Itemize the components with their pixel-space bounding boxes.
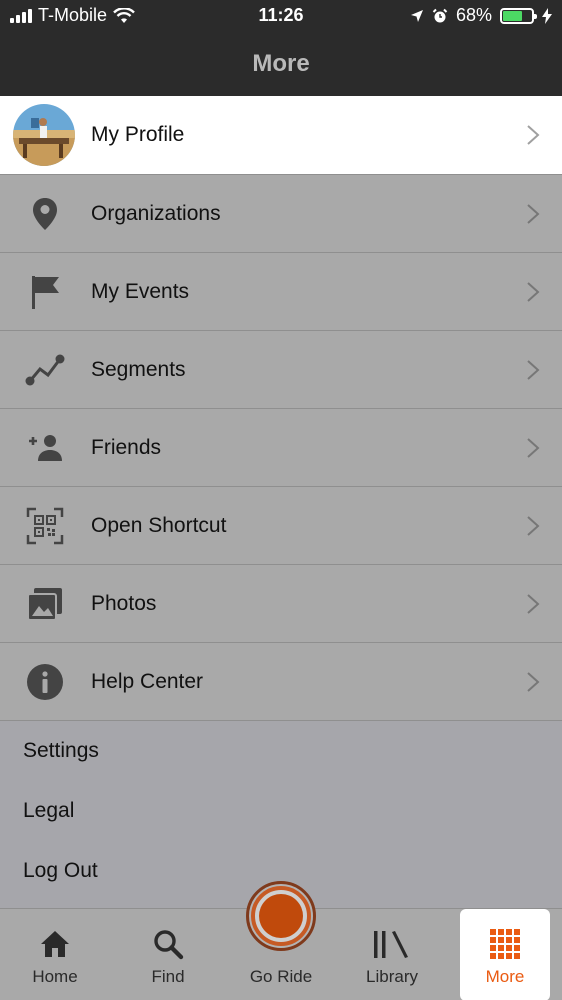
page-title: More	[0, 32, 562, 96]
battery-percent: 68%	[455, 5, 492, 25]
menu-item-my-events[interactable]: My Events	[0, 252, 562, 330]
tab-find-label: Find	[151, 967, 185, 986]
tab-more[interactable]: More	[460, 909, 550, 1000]
tab-home[interactable]: Home	[0, 909, 110, 1000]
status-right: 68%	[410, 5, 552, 26]
flag-icon	[23, 270, 67, 314]
charging-bolt-icon	[542, 7, 552, 24]
chevron-right-icon	[527, 281, 540, 302]
record-dot-icon	[259, 894, 303, 938]
photos-label: Photos	[91, 591, 157, 615]
info-icon	[23, 660, 67, 704]
grid-icon	[489, 927, 521, 961]
add-friend-icon	[23, 426, 67, 470]
friends-label: Friends	[91, 435, 162, 459]
segments-label: Segments	[91, 357, 186, 381]
qr-code-icon	[23, 504, 67, 548]
alarm-clock-icon	[432, 8, 448, 22]
chevron-right-icon	[527, 515, 540, 536]
chevron-right-icon	[527, 593, 540, 614]
library-icon	[372, 927, 412, 961]
menu-item-help-center[interactable]: Help Center	[0, 642, 562, 720]
chevron-right-icon	[527, 671, 540, 692]
location-arrow-icon	[410, 9, 423, 22]
organizations-label: Organizations	[91, 201, 221, 225]
my-profile-label: My Profile	[91, 123, 185, 146]
go-ride-record-button[interactable]	[246, 881, 316, 951]
menu-item-friends[interactable]: Friends	[0, 408, 562, 486]
location-pin-icon	[23, 192, 67, 236]
status-bar: T-Mobile 11:26 68%	[0, 0, 562, 32]
menu-item-open-shortcut[interactable]: Open Shortcut	[0, 486, 562, 564]
photos-icon	[23, 582, 67, 626]
secondary-links: Settings Legal Log Out	[0, 720, 562, 908]
chevron-right-icon	[527, 125, 540, 145]
tab-library-label: Library	[366, 967, 418, 986]
open-shortcut-label: Open Shortcut	[91, 513, 227, 537]
tab-home-label: Home	[32, 967, 78, 986]
battery-icon	[500, 7, 537, 24]
tab-go-ride-label: Go Ride	[249, 967, 313, 986]
home-icon	[39, 927, 71, 961]
my-events-label: My Events	[91, 279, 190, 303]
help-center-label: Help Center	[91, 669, 204, 693]
menu-item-photos[interactable]: Photos	[0, 564, 562, 642]
tab-more-label: More	[485, 967, 525, 986]
legal-link[interactable]: Legal	[23, 799, 74, 823]
tab-library[interactable]: Library	[337, 909, 447, 1000]
more-menu: My Profile Organizations My Events Segme…	[0, 96, 562, 720]
search-icon	[152, 927, 184, 961]
settings-link[interactable]: Settings	[23, 739, 99, 763]
chevron-right-icon	[527, 203, 540, 224]
record-ring-icon	[251, 886, 311, 946]
menu-item-my-profile[interactable]: My Profile	[0, 96, 562, 174]
segment-line-icon	[23, 348, 67, 392]
menu-item-organizations[interactable]: Organizations	[0, 174, 562, 252]
chevron-right-icon	[527, 359, 540, 380]
tab-find[interactable]: Find	[113, 909, 223, 1000]
menu-item-segments[interactable]: Segments	[0, 330, 562, 408]
chevron-right-icon	[527, 437, 540, 458]
log-out-link[interactable]: Log Out	[23, 859, 98, 883]
profile-avatar	[13, 104, 75, 166]
